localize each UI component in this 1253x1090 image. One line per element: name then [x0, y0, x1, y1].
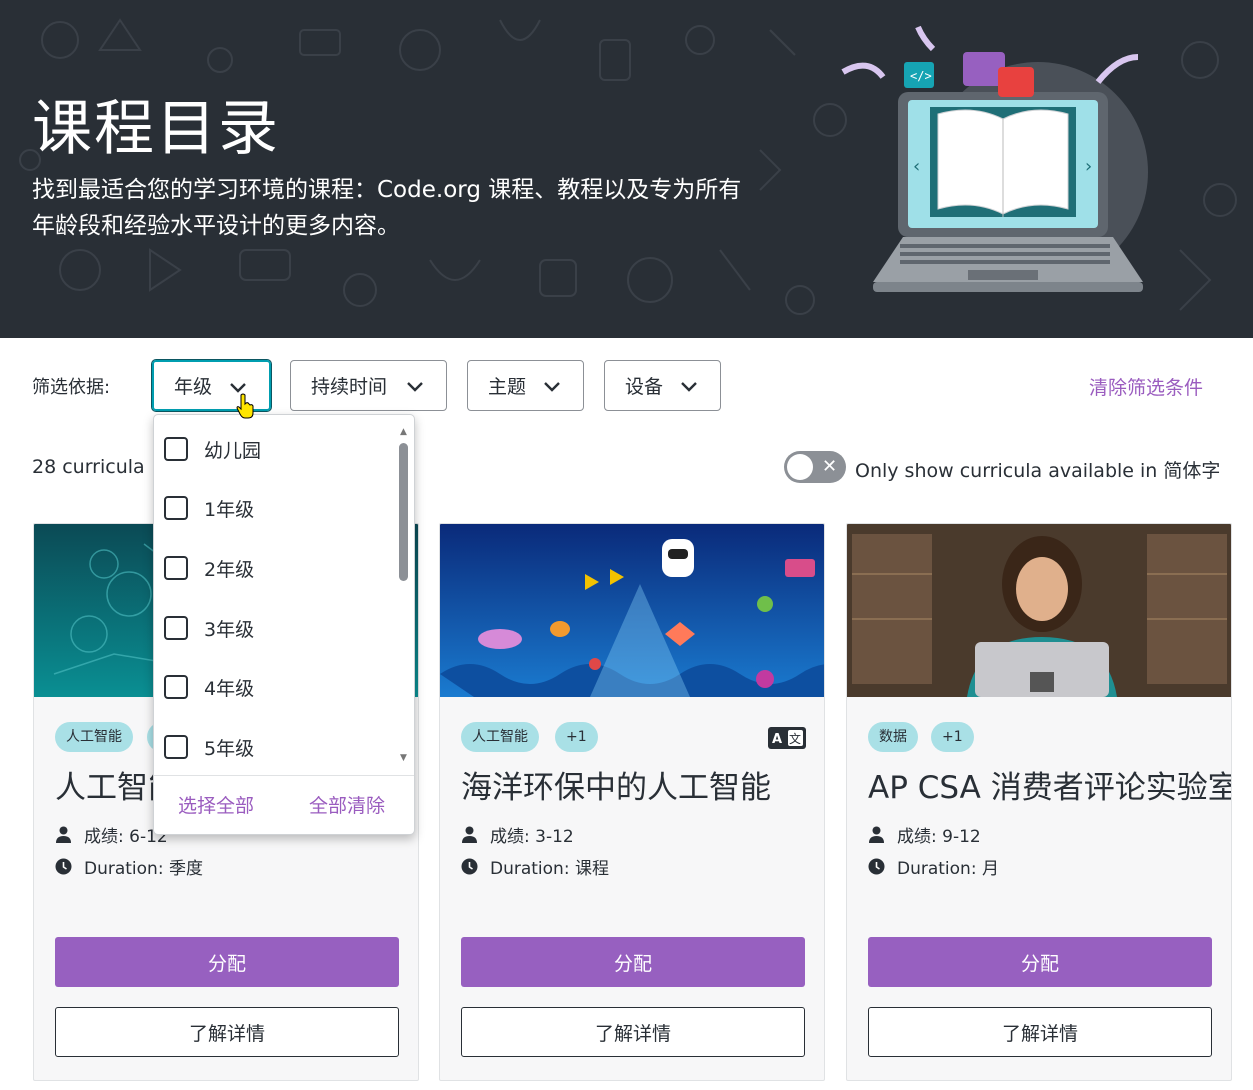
svg-text:‹: ‹ [913, 156, 920, 177]
svg-text:文: 文 [789, 731, 801, 746]
laptop-book-illustration: ‹ › </> [841, 25, 1148, 292]
topic-tag: 人工智能 [55, 722, 133, 752]
svg-text:A: A [772, 732, 782, 747]
chevron-down-icon [407, 382, 423, 392]
card-title: AP CSA 消费者评论实验室 [868, 770, 1232, 806]
chevron-down-icon [681, 382, 697, 392]
grade-option-5[interactable]: 5年级 [164, 727, 254, 767]
grade-option-kindergarten[interactable]: 幼儿园 [164, 429, 261, 469]
scrollbar-thumb[interactable] [399, 443, 408, 581]
svg-text:</>: </> [910, 69, 932, 83]
checkbox[interactable] [164, 556, 188, 580]
close-icon: ✕ [822, 456, 838, 477]
translation-icon: A 文 [768, 727, 806, 749]
results-count: 28 curricula [32, 456, 145, 478]
clock-icon [55, 858, 72, 875]
hero-banner: 课程目录 找到最适合您的学习环境的课程：Code.org 课程、教程以及专为所有… [0, 0, 1253, 338]
user-icon [56, 826, 71, 843]
duration-filter-label: 持续时间 [311, 376, 388, 398]
topic-tag: 人工智能 [461, 722, 539, 752]
select-all-link[interactable]: 选择全部 [178, 791, 254, 818]
learn-more-button[interactable]: 了解详情 [55, 1007, 399, 1057]
user-icon [462, 826, 477, 843]
more-tags-badge: +1 [555, 722, 598, 752]
grade-option-4[interactable]: 4年级 [164, 667, 254, 707]
duration-info: Duration: 季度 [55, 854, 203, 879]
curriculum-card: 人工智能 +1 A 文 海洋环保中的人工智能 成绩: 3-12 Duration… [439, 523, 825, 1081]
option-label: 幼儿园 [204, 439, 262, 462]
page-description: 找到最适合您的学习环境的课程：Code.org 课程、教程以及专为所有年龄段和经… [32, 177, 742, 239]
language-toggle-label: Only show curricula available in 简体字 [855, 460, 1221, 482]
language-toggle[interactable]: ✕ [784, 451, 846, 483]
grade-text: 成绩: 3-12 [490, 827, 574, 847]
grade-option-1[interactable]: 1年级 [164, 488, 254, 528]
grade-text: 成绩: 9-12 [897, 827, 981, 847]
grade-info: 成绩: 3-12 [461, 822, 574, 847]
option-label: 5年级 [204, 737, 255, 760]
device-filter-button[interactable]: 设备 [604, 360, 721, 411]
grade-dropdown: 幼儿园 1年级 2年级 3年级 4年级 5年级 ▲ ▼ 选择全部 全部清除 [153, 414, 415, 835]
duration-info: Duration: 月 [868, 854, 999, 879]
checkbox[interactable] [164, 675, 188, 699]
filter-label: 筛选依据: [32, 377, 111, 398]
checkbox[interactable] [164, 735, 188, 759]
grade-option-3[interactable]: 3年级 [164, 608, 254, 648]
card-image-student [847, 524, 1231, 697]
grade-filter-label: 年级 [174, 376, 213, 398]
option-label: 1年级 [204, 498, 255, 521]
svg-text:›: › [1085, 156, 1092, 177]
option-label: 4年级 [204, 677, 255, 700]
device-filter-label: 设备 [625, 376, 664, 398]
topic-tag: 数据 [868, 722, 918, 752]
learn-more-button[interactable]: 了解详情 [461, 1007, 805, 1057]
card-title: 海洋环保中的人工智能 [461, 770, 771, 806]
scroll-down-icon[interactable]: ▼ [400, 753, 407, 763]
checkbox[interactable] [164, 496, 188, 520]
toggle-knob [787, 454, 813, 480]
grade-option-2[interactable]: 2年级 [164, 548, 254, 588]
assign-button[interactable]: 分配 [868, 937, 1212, 987]
chevron-down-icon [544, 382, 560, 392]
assign-button[interactable]: 分配 [55, 937, 399, 987]
topic-filter-label: 主题 [488, 376, 527, 398]
option-label: 2年级 [204, 558, 255, 581]
divider [154, 775, 414, 776]
clock-icon [461, 858, 478, 875]
assign-button[interactable]: 分配 [461, 937, 805, 987]
user-icon [869, 826, 884, 843]
more-tags-badge: +1 [931, 722, 974, 752]
duration-filter-button[interactable]: 持续时间 [290, 360, 447, 411]
clear-filters-link[interactable]: 清除筛选条件 [1089, 373, 1203, 400]
checkbox[interactable] [164, 437, 188, 461]
scroll-up-icon[interactable]: ▲ [400, 427, 407, 437]
page-title: 课程目录 [32, 94, 280, 164]
clear-all-link[interactable]: 全部清除 [309, 791, 385, 818]
duration-text: Duration: 月 [897, 859, 999, 879]
option-label: 3年级 [204, 618, 255, 641]
card-image-ocean [440, 524, 824, 697]
learn-more-button[interactable]: 了解详情 [868, 1007, 1212, 1057]
checkbox[interactable] [164, 616, 188, 640]
duration-text: Duration: 季度 [84, 859, 203, 879]
dropdown-scrollbar[interactable]: ▲ ▼ [397, 425, 411, 770]
duration-text: Duration: 课程 [490, 859, 609, 879]
duration-info: Duration: 课程 [461, 854, 609, 879]
grade-info: 成绩: 9-12 [868, 822, 981, 847]
hand-cursor-icon [236, 393, 254, 419]
topic-filter-button[interactable]: 主题 [467, 360, 584, 411]
grade-info: 成绩: 6-12 [55, 822, 168, 847]
clock-icon [868, 858, 885, 875]
curriculum-card: 数据 +1 AP CSA 消费者评论实验室 成绩: 9-12 Duration:… [846, 523, 1232, 1081]
